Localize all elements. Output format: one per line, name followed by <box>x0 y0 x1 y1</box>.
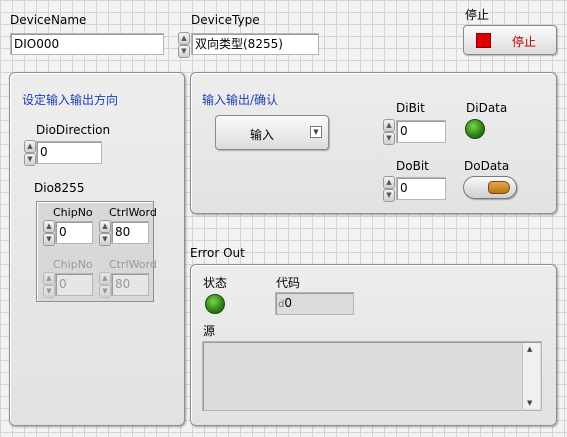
increment-arrow-icon[interactable]: ▲ <box>43 220 55 233</box>
chipno-field[interactable]: 0 <box>55 221 93 244</box>
dibit-spinner[interactable]: ▲ ▼ <box>383 119 395 145</box>
device-name-label: DeviceName <box>10 13 87 27</box>
dio-direction-field[interactable]: 0 <box>36 141 102 164</box>
dodata-toggle[interactable] <box>463 176 517 199</box>
chipno-spinner: ▲ ▼ <box>43 272 55 298</box>
dio8255-array: ChipNo CtrlWord ▲ ▼ 0 ▲ ▼ 80 ChipNo Ctrl… <box>36 201 157 302</box>
increment-arrow-icon[interactable]: ▲ <box>178 32 190 45</box>
increment-arrow-icon[interactable]: ▲ <box>383 176 395 189</box>
ctrlword-label: CtrlWord <box>109 206 157 219</box>
decrement-arrow-icon[interactable]: ▼ <box>43 233 55 246</box>
toggle-knob-icon <box>488 181 510 194</box>
direction-panel: 设定输入输出方向 DioDirection ▲ ▼ 0 Dio8255 Chip… <box>9 72 185 426</box>
dio-direction-spinner[interactable]: ▲ ▼ <box>24 140 36 166</box>
source-field <box>202 341 542 411</box>
didata-label: DiData <box>466 101 508 115</box>
code-value: 0 <box>284 296 292 310</box>
chipno-label: ChipNo <box>53 258 93 271</box>
ctrlword-spinner[interactable]: ▲ ▼ <box>99 220 111 246</box>
decrement-arrow-icon[interactable]: ▼ <box>99 233 111 246</box>
ctrlword-field: 80 <box>111 273 149 296</box>
device-type-label: DeviceType <box>191 13 260 27</box>
stop-button[interactable]: 停止 <box>463 25 557 55</box>
device-name-field[interactable]: DIO000 <box>10 33 164 55</box>
dodata-label: DoData <box>464 159 510 173</box>
code-field: d0 <box>275 292 354 315</box>
chipno-field: 0 <box>55 273 93 296</box>
scroll-down-arrow-icon[interactable]: ▼ <box>527 399 532 407</box>
dobit-spinner[interactable]: ▲ ▼ <box>383 176 395 202</box>
stop-button-label: 停止 <box>512 35 537 49</box>
increment-arrow-icon[interactable]: ▲ <box>24 140 36 153</box>
decrement-arrow-icon[interactable]: ▼ <box>383 189 395 202</box>
decrement-arrow-icon[interactable]: ▼ <box>383 132 395 145</box>
device-type-ring[interactable]: 双向类型(8255) <box>191 33 319 55</box>
error-out-cluster: 状态 代码 d0 源 ▲ ▼ <box>190 264 557 426</box>
decrement-arrow-icon[interactable]: ▼ <box>178 45 190 58</box>
io-panel: 输入输出/确认 输入 ▼ DiBit ▲ ▼ 0 DiData DoBit ▲ … <box>190 72 557 214</box>
stop-label: 停止 <box>465 8 490 22</box>
mode-select-value: 输入 <box>250 128 275 142</box>
direction-panel-title: 设定输入输出方向 <box>22 93 119 107</box>
status-led-icon <box>205 294 225 314</box>
device-type-spinner[interactable]: ▲ ▼ <box>178 32 190 58</box>
increment-arrow-icon[interactable]: ▲ <box>383 119 395 132</box>
dobit-label: DoBit <box>396 159 429 173</box>
io-panel-title: 输入输出/确认 <box>202 93 279 107</box>
didata-led-icon <box>465 119 485 139</box>
error-out-label: Error Out <box>190 246 245 260</box>
ctrlword-label: CtrlWord <box>109 258 157 271</box>
decrement-arrow-icon: ▼ <box>99 285 111 298</box>
dobit-field[interactable]: 0 <box>396 177 446 200</box>
mode-select[interactable]: 输入 ▼ <box>215 115 329 150</box>
ctrlword-field[interactable]: 80 <box>111 221 149 244</box>
increment-arrow-icon: ▲ <box>99 272 111 285</box>
source-scrollbar[interactable]: ▲ ▼ <box>522 343 540 409</box>
dibit-label: DiBit <box>396 101 425 115</box>
chipno-spinner[interactable]: ▲ ▼ <box>43 220 55 246</box>
decrement-arrow-icon: ▼ <box>43 285 55 298</box>
dibit-field[interactable]: 0 <box>396 120 446 143</box>
increment-arrow-icon: ▲ <box>43 272 55 285</box>
scroll-up-arrow-icon[interactable]: ▲ <box>527 345 532 353</box>
dio-direction-label: DioDirection <box>36 123 111 137</box>
chipno-label: ChipNo <box>53 206 93 219</box>
increment-arrow-icon[interactable]: ▲ <box>99 220 111 233</box>
ctrlword-spinner: ▲ ▼ <box>99 272 111 298</box>
dropdown-arrow-icon[interactable]: ▼ <box>310 126 322 138</box>
status-label: 状态 <box>203 276 228 290</box>
code-label: 代码 <box>276 276 301 290</box>
dio8255-label: Dio8255 <box>34 181 85 195</box>
decrement-arrow-icon[interactable]: ▼ <box>24 153 36 166</box>
stop-indicator-icon <box>476 33 491 48</box>
source-label: 源 <box>203 324 216 338</box>
